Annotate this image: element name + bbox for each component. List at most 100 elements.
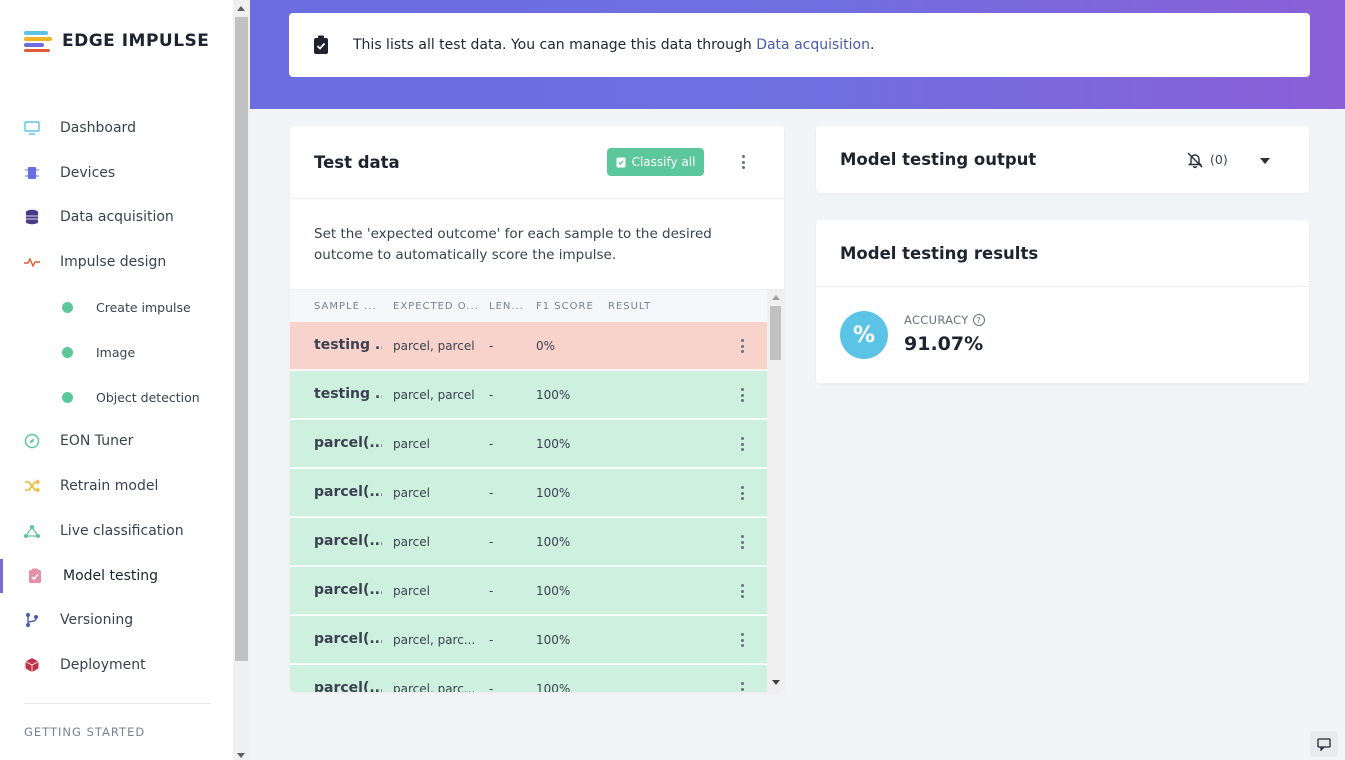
scroll-up-icon[interactable] (237, 6, 245, 11)
row-menu-icon[interactable] (737, 584, 747, 598)
message-icon (1317, 737, 1331, 751)
accuracy-value: 91.07% (904, 333, 984, 355)
table-row[interactable]: testing ... parcel, parcel- 0% (290, 322, 767, 370)
sidebar-section-getting-started[interactable]: GETTING STARTED (24, 725, 145, 739)
sample-name[interactable]: parcel(... (314, 582, 382, 598)
sidebar-item-dashboard[interactable]: Dashboard (0, 111, 233, 145)
row-menu-icon[interactable] (737, 339, 747, 353)
sample-name[interactable]: parcel(... (314, 680, 382, 692)
percent-icon: % (840, 311, 888, 359)
table-row[interactable]: parcel(... parcel, parc... -100% (290, 616, 767, 664)
f1-score: 100% (536, 486, 571, 500)
table-row[interactable]: parcel(... parcel, parc... -100% (290, 665, 767, 692)
sidebar-item-eon-tuner[interactable]: EON Tuner (0, 424, 233, 458)
sidebar-item-retrain-model[interactable]: Retrain model (0, 469, 233, 503)
scrollbar-thumb[interactable] (770, 306, 781, 360)
info-text: This lists all test data. You can manage… (353, 37, 875, 53)
sidebar-item-image[interactable]: Image (0, 335, 233, 369)
test-data-menu-icon[interactable] (738, 155, 748, 169)
column-header-sample[interactable]: SAMPLE ... (314, 301, 377, 312)
test-data-table: SAMPLE ... EXPECTED O... LEN... F1 SCORE… (290, 289, 784, 692)
sample-length: - (489, 339, 494, 353)
sidebar-item-model-testing[interactable]: Model testing (0, 559, 233, 593)
accuracy-label: ACCURACY ? (904, 313, 985, 327)
pulse-icon (24, 254, 40, 270)
compass-icon (24, 433, 40, 449)
clipboard-check-icon (616, 157, 626, 168)
column-header-expected-outcome[interactable]: EXPECTED O... (393, 301, 479, 312)
sample-name[interactable]: parcel(... (314, 435, 382, 451)
bell-off-icon[interactable] (1186, 151, 1204, 169)
sidebar-item-data-acquisition[interactable]: Data acquisition (0, 200, 233, 234)
chat-icon[interactable] (1310, 731, 1338, 757)
sidebar-item-label: Model testing (63, 568, 159, 584)
row-menu-icon[interactable] (737, 437, 747, 451)
model-testing-output-title: Model testing output (840, 150, 1037, 169)
sidebar-item-object-detection[interactable]: Object detection (0, 380, 233, 414)
sidebar-item-label: EON Tuner (60, 433, 134, 449)
f1-score: 100% (536, 584, 571, 598)
row-menu-icon[interactable] (737, 388, 747, 402)
data-acquisition-link[interactable]: Data acquisition (756, 37, 870, 53)
sample-length: - (489, 486, 494, 500)
table-row[interactable]: parcel(... parcel - 100% (290, 420, 767, 468)
help-icon[interactable]: ? (972, 314, 985, 326)
dot-icon (62, 346, 73, 358)
sample-name[interactable]: parcel(... (314, 484, 382, 500)
test-data-card: Test data Classify all Set the 'expected… (290, 126, 784, 692)
test-data-title: Test data (314, 153, 400, 172)
table-row[interactable]: parcel(... parcel - 100% (290, 518, 767, 566)
expected-outcome: parcel, parc... (393, 633, 475, 647)
scroll-down-icon[interactable] (237, 753, 245, 758)
sidebar-item-versioning[interactable]: Versioning (0, 603, 233, 637)
row-menu-icon[interactable] (737, 486, 747, 500)
caret-down-icon[interactable] (1260, 158, 1270, 164)
brand-logo[interactable]: EDGE IMPULSE (24, 30, 209, 52)
sidebar-item-devices[interactable]: Devices (0, 156, 233, 190)
scroll-up-icon[interactable] (772, 295, 780, 300)
dot-icon (62, 301, 73, 313)
clipboard-check-icon (27, 568, 43, 584)
column-header-f1-score[interactable]: F1 SCORE (536, 301, 594, 312)
sample-name[interactable]: parcel(... (314, 631, 382, 647)
network-icon (24, 523, 40, 539)
card-divider (816, 286, 1309, 287)
shuffle-icon (24, 478, 40, 494)
test-data-description: Set the 'expected outcome' for each samp… (314, 226, 712, 263)
table-row[interactable]: parcel(... parcel - 100% (290, 567, 767, 615)
row-menu-icon[interactable] (737, 682, 747, 692)
model-testing-output-card: Model testing output (0) (816, 126, 1309, 193)
sample-name[interactable]: testing ... (314, 337, 382, 353)
notification-count: (0) (1210, 152, 1228, 167)
branch-icon (24, 612, 40, 628)
card-divider (290, 198, 784, 199)
monitor-icon (24, 120, 40, 136)
row-menu-icon[interactable] (737, 535, 747, 549)
column-header-length[interactable]: LEN... (489, 301, 524, 312)
scrollbar-thumb[interactable] (235, 17, 248, 661)
sidebar-scrollbar[interactable] (233, 0, 250, 760)
column-header-result[interactable]: RESULT (608, 301, 651, 312)
sidebar-item-create-impulse[interactable]: Create impulse (0, 290, 233, 324)
expected-outcome: parcel (393, 535, 430, 549)
f1-score: 0% (536, 339, 556, 353)
model-testing-results-card: Model testing results % ACCURACY ? 91.07… (816, 220, 1309, 383)
model-testing-results-title: Model testing results (840, 244, 1039, 263)
sidebar-item-live-classification[interactable]: Live classification (0, 514, 233, 548)
clipboard-check-icon (314, 35, 328, 54)
scroll-down-icon[interactable] (772, 680, 780, 685)
sidebar-item-label: Dashboard (60, 120, 136, 136)
dot-icon (62, 391, 73, 403)
table-row[interactable]: parcel(... parcel - 100% (290, 469, 767, 517)
chip-icon (24, 165, 40, 181)
expected-outcome: parcel, parcel (393, 388, 475, 402)
sample-name[interactable]: parcel(... (314, 533, 382, 549)
sidebar-item-deployment[interactable]: Deployment (0, 648, 233, 682)
sidebar-item-label: Retrain model (60, 478, 159, 494)
table-scrollbar[interactable] (767, 289, 784, 692)
row-menu-icon[interactable] (737, 633, 747, 647)
classify-all-button[interactable]: Classify all (607, 148, 704, 176)
table-row[interactable]: testing ... parcel, parcel- 100% (290, 371, 767, 419)
sample-name[interactable]: testing ... (314, 386, 382, 402)
sidebar-item-impulse-design[interactable]: Impulse design (0, 245, 233, 279)
